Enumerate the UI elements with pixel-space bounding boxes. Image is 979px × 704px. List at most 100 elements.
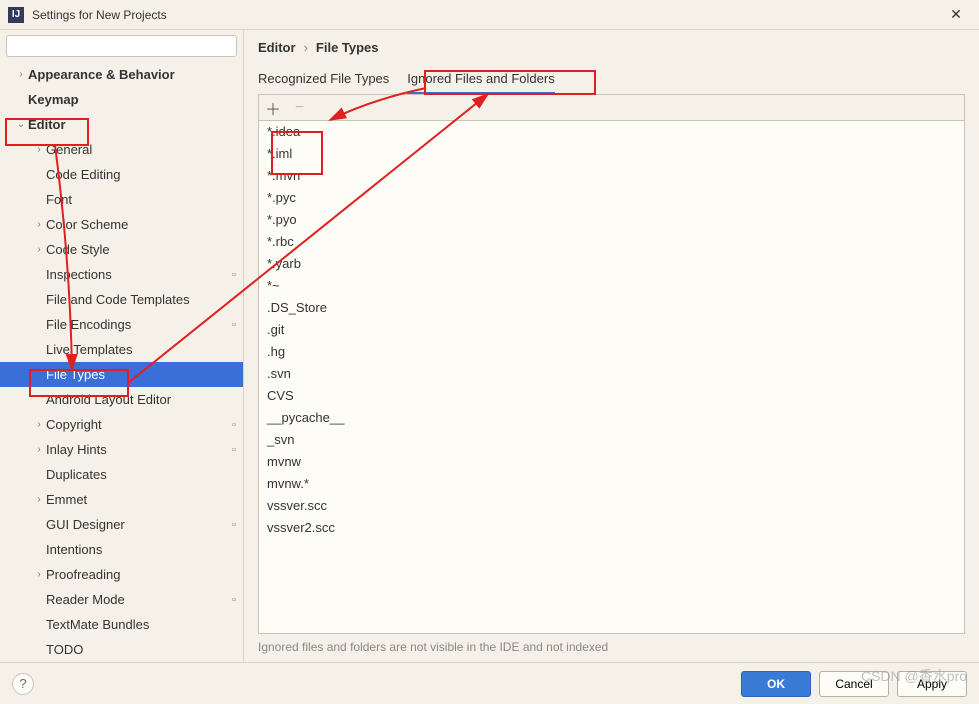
tree-item-android-layout-editor[interactable]: Android Layout Editor — [0, 387, 243, 412]
tree-item-duplicates[interactable]: Duplicates — [0, 462, 243, 487]
search-input[interactable] — [6, 35, 237, 57]
add-button[interactable]: ＋ — [265, 96, 281, 120]
tree-item-todo[interactable]: TODO — [0, 637, 243, 662]
chevron-icon: › — [32, 494, 46, 505]
chevron-icon: › — [32, 419, 46, 430]
tree-item-label: Inlay Hints — [46, 442, 225, 457]
tree-item-file-encodings[interactable]: File Encodings▫ — [0, 312, 243, 337]
tree-item-label: GUI Designer — [46, 517, 225, 532]
tree-item-code-editing[interactable]: Code Editing — [0, 162, 243, 187]
tree-item-proofreading[interactable]: ›Proofreading — [0, 562, 243, 587]
list-item[interactable]: mvnw.* — [259, 473, 964, 495]
tree-item-label: Appearance & Behavior — [28, 67, 243, 82]
tree-item-emmet[interactable]: ›Emmet — [0, 487, 243, 512]
tree-item-label: File and Code Templates — [46, 292, 243, 307]
tree-item-label: General — [46, 142, 243, 157]
list-item[interactable]: .git — [259, 319, 964, 341]
tree-item-file-types[interactable]: File Types — [0, 362, 243, 387]
tree-item-reader-mode[interactable]: Reader Mode▫ — [0, 587, 243, 612]
tree-item-code-style[interactable]: ›Code Style — [0, 237, 243, 262]
list-item[interactable]: *.pyo — [259, 209, 964, 231]
project-scope-icon: ▫ — [225, 519, 243, 531]
list-item[interactable]: *.idea — [259, 121, 964, 143]
tree-item-appearance-behavior[interactable]: ›Appearance & Behavior — [0, 62, 243, 87]
tab-recognized-file-types[interactable]: Recognized File Types — [258, 69, 389, 94]
window-title: Settings for New Projects — [32, 8, 941, 22]
project-scope-icon: ▫ — [225, 419, 243, 431]
remove-button[interactable]: − — [295, 99, 304, 117]
tree-item-inlay-hints[interactable]: ›Inlay Hints▫ — [0, 437, 243, 462]
tree-item-label: TODO — [46, 642, 243, 657]
tree-item-textmate-bundles[interactable]: TextMate Bundles — [0, 612, 243, 637]
tree-item-label: Color Scheme — [46, 217, 243, 232]
tree-item-label: Font — [46, 192, 243, 207]
apply-button[interactable]: Apply — [897, 671, 967, 697]
list-item[interactable]: _svn — [259, 429, 964, 451]
project-scope-icon: ▫ — [225, 594, 243, 606]
tree-item-inspections[interactable]: Inspections▫ — [0, 262, 243, 287]
list-item[interactable]: .svn — [259, 363, 964, 385]
chevron-icon: › — [14, 69, 28, 80]
tree-item-general[interactable]: ›General — [0, 137, 243, 162]
tree-item-label: Inspections — [46, 267, 225, 282]
list-item[interactable]: mvnw — [259, 451, 964, 473]
tree-item-label: Copyright — [46, 417, 225, 432]
project-scope-icon: ▫ — [225, 319, 243, 331]
breadcrumb-part: Editor — [258, 40, 296, 55]
app-icon: IJ — [8, 7, 24, 23]
tree-item-font[interactable]: Font — [0, 187, 243, 212]
titlebar: IJ Settings for New Projects ✕ — [0, 0, 979, 30]
ok-button[interactable]: OK — [741, 671, 811, 697]
tree-item-intentions[interactable]: Intentions — [0, 537, 243, 562]
list-item[interactable]: vssver.scc — [259, 495, 964, 517]
list-item[interactable]: .DS_Store — [259, 297, 964, 319]
tree-item-label: Proofreading — [46, 567, 243, 582]
list-item[interactable]: *.mvn — [259, 165, 964, 187]
tree-item-keymap[interactable]: Keymap — [0, 87, 243, 112]
tree-item-label: Duplicates — [46, 467, 243, 482]
list-item[interactable]: vssver2.scc — [259, 517, 964, 539]
cancel-button[interactable]: Cancel — [819, 671, 889, 697]
ignored-patterns-list[interactable]: *.idea*.iml*.mvn*.pyc*.pyo*.rbc*.yarb*~.… — [258, 120, 965, 634]
chevron-icon: › — [32, 569, 46, 580]
help-button[interactable]: ? — [12, 673, 34, 695]
tree-item-label: TextMate Bundles — [46, 617, 243, 632]
tab-ignored-files-and-folders[interactable]: Ignored Files and Folders — [407, 69, 554, 94]
list-item[interactable]: __pycache__ — [259, 407, 964, 429]
project-scope-icon: ▫ — [225, 444, 243, 456]
tree-item-gui-designer[interactable]: GUI Designer▫ — [0, 512, 243, 537]
tree-item-label: Code Editing — [46, 167, 243, 182]
tree-item-label: Live Templates — [46, 342, 243, 357]
close-button[interactable]: ✕ — [941, 6, 971, 23]
settings-tree[interactable]: ›Appearance & BehaviorKeymap⌄Editor›Gene… — [0, 62, 243, 662]
chevron-icon: › — [32, 444, 46, 455]
list-item[interactable]: .hg — [259, 341, 964, 363]
tree-item-label: Code Style — [46, 242, 243, 257]
tree-item-editor[interactable]: ⌄Editor — [0, 112, 243, 137]
breadcrumb: Editor › File Types — [258, 40, 965, 55]
chevron-icon: ⌄ — [14, 119, 28, 130]
tree-item-label: File Types — [46, 367, 243, 382]
list-toolbar: ＋ − — [258, 94, 965, 120]
project-scope-icon: ▫ — [225, 269, 243, 281]
tree-item-label: Editor — [28, 117, 243, 132]
list-item[interactable]: *.yarb — [259, 253, 964, 275]
settings-sidebar: 🔍 ›Appearance & BehaviorKeymap⌄Editor›Ge… — [0, 30, 244, 662]
content-panel: Editor › File Types Recognized File Type… — [244, 30, 979, 662]
list-item[interactable]: *.iml — [259, 143, 964, 165]
list-item[interactable]: *~ — [259, 275, 964, 297]
tabs: Recognized File Types Ignored Files and … — [258, 69, 965, 94]
tree-item-label: Reader Mode — [46, 592, 225, 607]
tree-item-label: Intentions — [46, 542, 243, 557]
tree-item-file-and-code-templates[interactable]: File and Code Templates — [0, 287, 243, 312]
list-item[interactable]: *.pyc — [259, 187, 964, 209]
tree-item-copyright[interactable]: ›Copyright▫ — [0, 412, 243, 437]
chevron-icon: › — [32, 144, 46, 155]
tree-item-color-scheme[interactable]: ›Color Scheme — [0, 212, 243, 237]
list-item[interactable]: *.rbc — [259, 231, 964, 253]
tree-item-label: Keymap — [28, 92, 243, 107]
list-item[interactable]: CVS — [259, 385, 964, 407]
breadcrumb-sep-icon: › — [304, 40, 308, 55]
tree-item-live-templates[interactable]: Live Templates — [0, 337, 243, 362]
hint-text: Ignored files and folders are not visibl… — [258, 634, 965, 662]
